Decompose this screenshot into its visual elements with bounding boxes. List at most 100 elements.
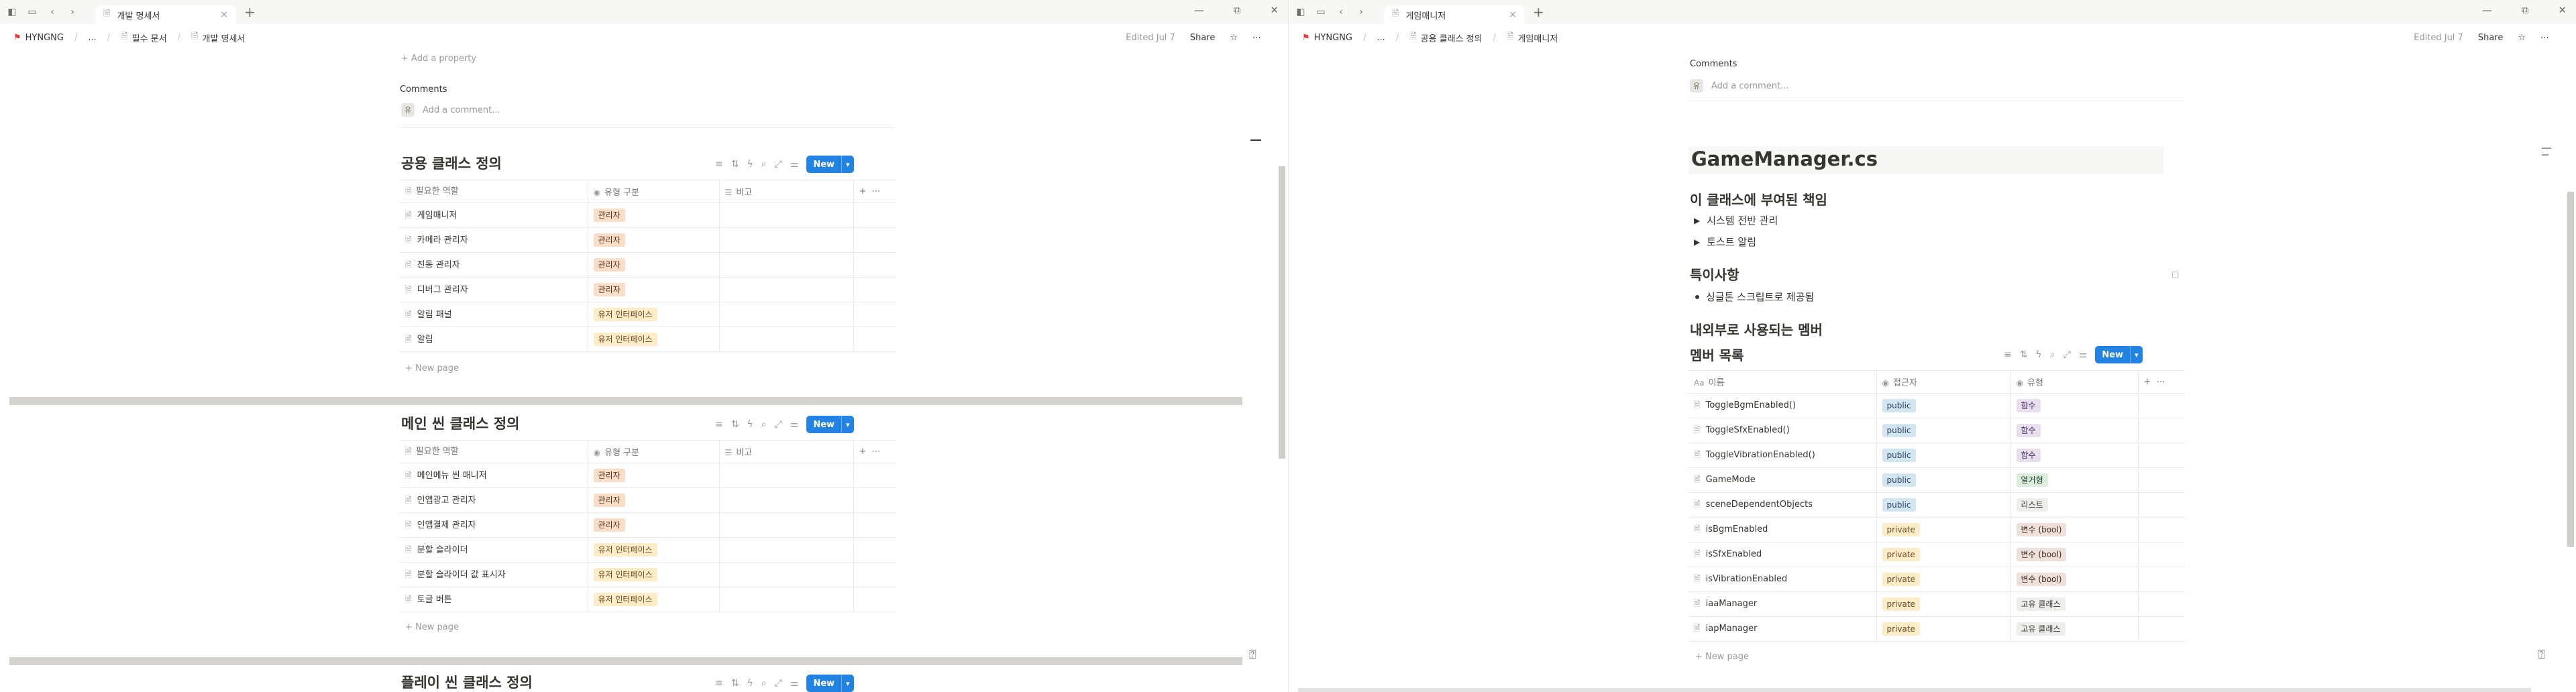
settings-icon[interactable]: ⚌ bbox=[790, 678, 799, 689]
cell-name[interactable]: 🗎 알림 bbox=[400, 327, 588, 352]
cell-type[interactable]: 변수 (bool) bbox=[2010, 542, 2138, 567]
new-button[interactable]: New ▾ bbox=[806, 416, 854, 433]
cell-access[interactable]: public bbox=[1876, 418, 2010, 443]
cell-type[interactable]: 함수 bbox=[2010, 443, 2138, 468]
breadcrumb-item[interactable]: 필수 문서 bbox=[132, 32, 167, 44]
search-icon[interactable]: ⌕ bbox=[761, 419, 767, 430]
table-row[interactable]: 🗎 토글 버튼 유저 인터페이스 bbox=[400, 587, 896, 612]
forward-arrow-icon[interactable]: › bbox=[1353, 4, 1369, 20]
search-icon[interactable]: ⌕ bbox=[761, 159, 767, 170]
cell-type[interactable]: 관리자 bbox=[587, 227, 719, 253]
cell-type[interactable]: 유저 인터페이스 bbox=[587, 562, 719, 587]
row-title[interactable]: iapManager bbox=[1706, 624, 1758, 634]
page-heading[interactable]: GameManager.cs bbox=[1688, 146, 2163, 174]
cell-note[interactable] bbox=[718, 302, 853, 327]
filter-icon[interactable]: ≡ bbox=[715, 419, 723, 430]
settings-icon[interactable]: ⚌ bbox=[2079, 349, 2088, 360]
add-column-header[interactable]: + ⋯ bbox=[853, 440, 896, 463]
cell-note[interactable] bbox=[718, 487, 853, 513]
close-window-icon[interactable]: ✕ bbox=[2558, 4, 2567, 16]
add-column-header[interactable]: + ⋯ bbox=[853, 180, 896, 203]
sort-icon[interactable]: ⇅ bbox=[2020, 349, 2028, 360]
cell-type[interactable]: 관리자 bbox=[587, 512, 719, 538]
cell-type[interactable]: 함수 bbox=[2010, 393, 2138, 418]
column-header[interactable]: ◉ 유형 구분 bbox=[587, 180, 719, 203]
table-row[interactable]: 🗎 인앱결제 관리자 관리자 bbox=[400, 512, 896, 538]
cell-type[interactable]: 리스트 bbox=[2010, 492, 2138, 518]
cell-note[interactable] bbox=[718, 463, 853, 488]
row-title[interactable]: 분할 슬라이더 값 표시자 bbox=[417, 570, 506, 580]
horizontal-scrollbar[interactable] bbox=[1298, 688, 2531, 692]
cell-name[interactable]: 🗎 ToggleBgmEnabled() bbox=[1688, 393, 1876, 418]
new-page-button[interactable]: + New page bbox=[405, 622, 459, 632]
breadcrumb-item[interactable]: 공용 클래스 정의 bbox=[1421, 32, 1483, 44]
comment-input[interactable]: 유 Add a comment... bbox=[401, 103, 500, 117]
automation-icon[interactable]: ϟ bbox=[747, 159, 753, 170]
cell-type[interactable]: 유저 인터페이스 bbox=[587, 537, 719, 563]
add-property-button[interactable]: + Add a property bbox=[401, 54, 476, 64]
row-title[interactable]: isBgmEnabled bbox=[1706, 524, 1768, 534]
cell-name[interactable]: 🗎 분할 슬라이더 값 표시자 bbox=[400, 562, 588, 587]
cell-access[interactable]: public bbox=[1876, 467, 2010, 493]
row-title[interactable]: 알림 bbox=[417, 335, 433, 345]
search-icon[interactable]: ⌕ bbox=[2050, 349, 2055, 360]
cell-type[interactable]: 열거형 bbox=[2010, 467, 2138, 493]
breadcrumb-item[interactable]: HYNGNG bbox=[25, 33, 64, 43]
row-title[interactable]: 게임매니저 bbox=[417, 211, 458, 221]
cell-name[interactable]: 🗎 sceneDependentObjects bbox=[1688, 492, 1876, 518]
table-row[interactable]: 🗎 ToggleVibrationEnabled() public 함수 bbox=[1688, 443, 2185, 468]
table-row[interactable]: 🗎 isBgmEnabled private 변수 (bool) bbox=[1688, 517, 2185, 542]
more-options-icon[interactable]: ⋯ bbox=[2540, 33, 2549, 43]
help-icon[interactable]: ⍰ bbox=[1249, 648, 1256, 662]
row-title[interactable]: isSfxEnabled bbox=[1706, 549, 1762, 559]
sidebar-toggle-icon[interactable]: ▭ bbox=[1313, 4, 1329, 20]
row-title[interactable]: ToggleVibrationEnabled() bbox=[1706, 450, 1815, 460]
horizontal-scrollbar[interactable] bbox=[9, 397, 1242, 405]
vertical-scrollbar[interactable] bbox=[1279, 166, 1285, 459]
cell-note[interactable] bbox=[718, 252, 853, 278]
table-row[interactable]: 🗎 디버그 관리자 관리자 bbox=[400, 277, 896, 302]
table-row[interactable]: 🗎 iaaManager private 고유 클래스 bbox=[1688, 591, 2185, 617]
filter-icon[interactable]: ≡ bbox=[2004, 349, 2012, 360]
database-title[interactable]: 공용 클래스 정의 bbox=[401, 153, 502, 173]
tab-active[interactable]: 🗎 게임매니저 × bbox=[1384, 5, 1525, 24]
more-options-icon[interactable]: ⋯ bbox=[1252, 33, 1261, 43]
cell-note[interactable] bbox=[718, 277, 853, 302]
table-row[interactable]: 🗎 isSfxEnabled private 변수 (bool) bbox=[1688, 542, 2185, 567]
cell-name[interactable]: 🗎 isVibrationEnabled bbox=[1688, 567, 1876, 592]
cell-name[interactable]: 🗎 ToggleSfxEnabled() bbox=[1688, 418, 1876, 443]
row-title[interactable]: isVibrationEnabled bbox=[1706, 574, 1788, 584]
row-title[interactable]: 인앱결제 관리자 bbox=[417, 520, 476, 530]
cell-type[interactable]: 변수 (bool) bbox=[2010, 517, 2138, 542]
cell-type[interactable]: 유저 인터페이스 bbox=[587, 587, 719, 612]
row-title[interactable]: 알림 패널 bbox=[417, 310, 452, 320]
cell-name[interactable]: 🗎 토글 버튼 bbox=[400, 587, 588, 612]
table-row[interactable]: 🗎 진동 관리자 관리자 bbox=[400, 252, 896, 278]
sidebar-toggle-icon[interactable]: ▭ bbox=[24, 4, 40, 20]
automation-icon[interactable]: ϟ bbox=[747, 419, 753, 430]
add-column-header[interactable]: + ⋯ bbox=[2137, 370, 2185, 394]
new-button[interactable]: New ▾ bbox=[2095, 346, 2143, 363]
cell-access[interactable]: private bbox=[1876, 567, 2010, 592]
row-title[interactable]: ToggleBgmEnabled() bbox=[1706, 400, 1796, 410]
cell-type[interactable]: 고유 클래스 bbox=[2010, 591, 2138, 617]
column-header[interactable]: ☰ 비고 bbox=[718, 180, 853, 203]
settings-icon[interactable]: ⚌ bbox=[790, 159, 799, 170]
database-title[interactable]: 플레이 씬 클래스 정의 bbox=[401, 672, 533, 692]
row-title[interactable]: 인앱광고 관리자 bbox=[417, 496, 476, 506]
cell-name[interactable]: 🗎 진동 관리자 bbox=[400, 252, 588, 278]
toc-marker[interactable] bbox=[2542, 154, 2548, 156]
cell-note[interactable] bbox=[718, 587, 853, 612]
cell-type[interactable]: 변수 (bool) bbox=[2010, 567, 2138, 592]
cell-access[interactable]: private bbox=[1876, 517, 2010, 542]
breadcrumb-item[interactable]: 개발 명세서 bbox=[202, 32, 245, 44]
breadcrumb-ellipsis[interactable]: ... bbox=[88, 33, 96, 43]
cell-access[interactable]: private bbox=[1876, 591, 2010, 617]
row-title[interactable]: GameMode bbox=[1706, 475, 1756, 485]
cell-name[interactable]: 🗎 게임매니저 bbox=[400, 203, 588, 228]
share-button[interactable]: Share bbox=[2478, 33, 2504, 43]
restore-icon[interactable]: ⧉ bbox=[1234, 4, 1241, 16]
row-title[interactable]: iaaManager bbox=[1706, 599, 1758, 609]
sort-icon[interactable]: ⇅ bbox=[731, 419, 739, 430]
database-title[interactable]: 메인 씬 클래스 정의 bbox=[401, 413, 520, 433]
